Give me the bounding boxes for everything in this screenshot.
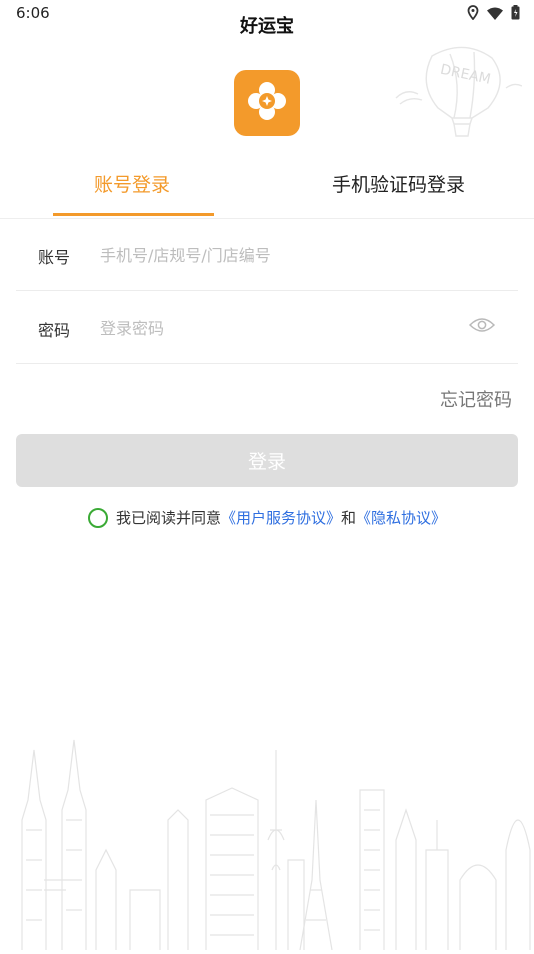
password-row: 密码 [16,291,518,364]
forgot-password-link[interactable]: 忘记密码 [440,386,512,412]
password-input[interactable] [100,313,460,343]
active-tab-indicator [53,213,214,216]
svg-text:DREAM: DREAM [439,62,492,88]
password-label: 密码 [38,321,71,340]
agreement-prefix: 我已阅读并同意 [115,509,221,527]
city-skyline-illustration [0,730,534,954]
checkbox-circle-icon[interactable] [87,507,108,528]
login-tabs: 账号登录 手机验证码登录 [0,160,534,219]
tab-account-login[interactable]: 账号登录 [94,170,170,197]
dream-balloon-icon: DREAM [392,44,523,148]
privacy-agreement-link[interactable]: 《隐私协议》 [356,507,446,528]
app-logo [234,70,300,136]
user-agreement-link[interactable]: 《用户服务协议》 [221,507,341,528]
agreement-and: 和 [341,509,357,527]
tab-sms-login[interactable]: 手机验证码登录 [332,170,465,197]
account-row: 账号 [16,218,518,291]
account-input[interactable] [100,240,460,270]
agreement-row: 我已阅读并同意 《用户服务协议》 和 《隐私协议》 [0,507,534,528]
eye-icon[interactable] [468,316,496,338]
app-title: 好运宝 [240,16,294,37]
account-label: 账号 [38,248,71,267]
app-logo-icon [247,81,287,125]
login-button[interactable]: 登录 [16,434,518,487]
